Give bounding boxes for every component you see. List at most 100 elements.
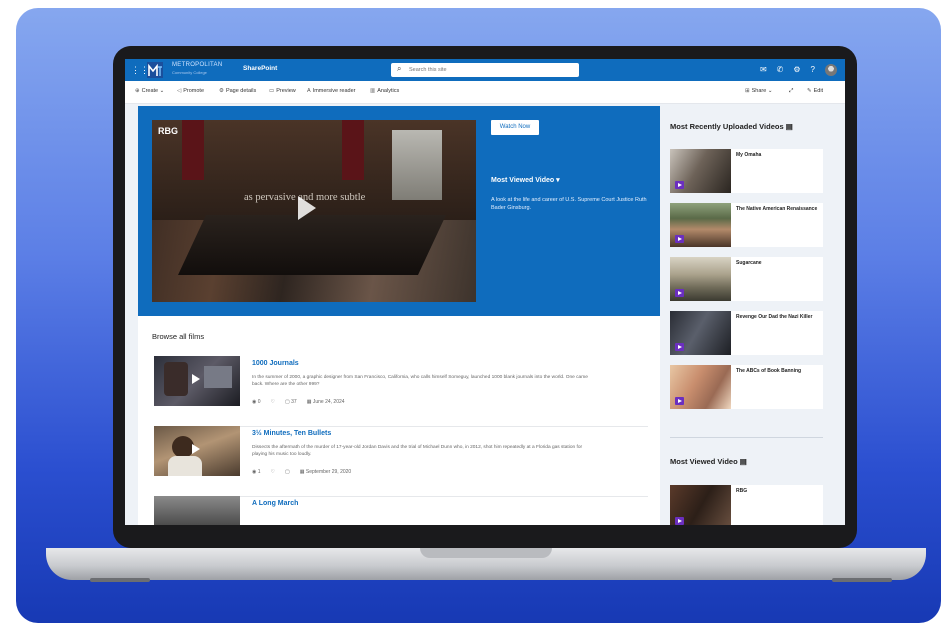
film-thumbnail[interactable] [154, 496, 240, 525]
video-title: The Native American Renaissance [736, 206, 818, 212]
avatar[interactable] [825, 64, 837, 76]
promote-label: Promote [183, 88, 205, 94]
play-badge-icon [675, 289, 684, 297]
laptop-notch [420, 548, 552, 558]
video-thumbnail [670, 149, 731, 193]
most-viewed-video-card[interactable]: RBG [670, 485, 823, 525]
create-label: Create [141, 88, 159, 94]
film-date-value: September 29, 2020 [305, 469, 352, 475]
play-badge-icon [675, 397, 684, 405]
film-title[interactable]: 1000 Journals [252, 360, 299, 367]
chat-icon[interactable]: ✉ [760, 63, 767, 77]
video-title: The ABCs of Book Banning [736, 368, 802, 374]
org-subtitle: Community College [172, 70, 207, 75]
recent-video-card[interactable]: The Native American Renaissance [670, 203, 823, 247]
play-badge-icon [675, 343, 684, 351]
pencil-icon: ✎ [807, 88, 812, 94]
play-icon[interactable] [298, 196, 316, 220]
play-badge-icon [675, 517, 684, 525]
view-count-value: 1 [257, 469, 261, 475]
play-badge-icon [675, 181, 684, 189]
view-count: ◉ 1 [252, 469, 261, 475]
like-icon[interactable]: ♡ [271, 399, 275, 405]
video-library-icon: ▤ [739, 457, 747, 466]
laptop-foot [832, 578, 892, 582]
page-details-button[interactable]: ⚙ Page details [219, 88, 256, 94]
watch-now-button[interactable]: Watch Now [491, 120, 539, 135]
recent-video-card[interactable]: Revenge Our Dad the Nazi Killer [670, 311, 823, 355]
hero-section: RBG as pervasive and more subtle Watch N… [138, 106, 660, 316]
recent-video-card[interactable]: My Omaha [670, 149, 823, 193]
featured-video[interactable]: RBG as pervasive and more subtle [152, 120, 476, 302]
help-icon[interactable]: ? [811, 63, 815, 77]
create-button[interactable]: ⊕ Create ⌄ [135, 88, 164, 94]
view-count: ◉ 0 [252, 399, 261, 405]
recent-video-card[interactable]: The ABCs of Book Banning [670, 365, 823, 409]
film-meta: ◉ 1 ♡ ▢ ▦ September 29, 2020 [252, 469, 351, 475]
gear-icon: ⚙ [219, 88, 224, 94]
page-background: ⋮⋮⋮ METROPOLITAN Community College Share… [0, 0, 941, 623]
share-button[interactable]: ⊞ Share ⌄ [745, 88, 772, 94]
film-list-item[interactable]: A Long March [154, 496, 648, 525]
laptop-screen: ⋮⋮⋮ METROPOLITAN Community College Share… [125, 59, 845, 525]
recent-videos-heading-text: Most Recently Uploaded Videos [670, 122, 784, 131]
search-input[interactable] [409, 65, 569, 75]
comment-count[interactable]: ▢ 37 [285, 399, 297, 405]
film-title[interactable]: A Long March [252, 500, 298, 507]
film-description: Dissects the aftermath of the murder of … [252, 445, 583, 457]
plus-icon: ⊕ [135, 88, 140, 94]
browse-section: Browse all films 1000 Journals In the su… [138, 316, 660, 525]
analytics-icon: ▥ [370, 88, 376, 94]
edit-button[interactable]: ✎ Edit [807, 88, 823, 94]
suite-bar: ⋮⋮⋮ METROPOLITAN Community College Share… [125, 59, 845, 81]
video-frame-window [392, 130, 442, 200]
preview-label: Preview [276, 88, 296, 94]
video-thumbnail [670, 311, 731, 355]
video-frame-curtain [182, 120, 204, 180]
promote-button[interactable]: ◁ Promote [177, 88, 204, 94]
play-icon [192, 374, 200, 384]
app-name[interactable]: SharePoint [243, 65, 277, 72]
command-bar: ⊕ Create ⌄ ◁ Promote ⚙ Page details ▭ Previe… [125, 81, 845, 104]
immersive-reader-button[interactable]: A Immersive reader [307, 88, 355, 94]
video-thumbnail [670, 203, 731, 247]
megaphone-icon[interactable]: ✆ [777, 63, 784, 77]
video-title: Revenge Our Dad the Nazi Killer [736, 314, 813, 320]
most-viewed-heading-text: Most Viewed Video [670, 457, 738, 466]
rail-divider [670, 437, 823, 438]
film-thumbnail[interactable] [154, 426, 240, 476]
like-icon[interactable]: ♡ [271, 469, 275, 475]
video-title: Sugarcane [736, 260, 762, 266]
recent-videos-heading: Most Recently Uploaded Videos ▤ [670, 122, 793, 131]
most-viewed-heading: Most Viewed Video ▤ [670, 457, 747, 466]
immersive-reader-label: Immersive reader [312, 88, 356, 94]
analytics-label: Analytics [377, 88, 400, 94]
film-list-item[interactable]: 3½ Minutes, Ten Bullets Dissects the aft… [154, 426, 648, 497]
recent-video-card[interactable]: Sugarcane [670, 257, 823, 301]
share-icon: ⊞ [745, 88, 750, 94]
settings-icon[interactable]: ⚙ [793, 63, 800, 77]
suite-icons: ✉ ✆ ⚙ ? [760, 63, 837, 77]
film-meta: ◉ 0 ♡ ▢ 37 ▦ June 24, 2024 [252, 399, 345, 405]
film-list-item[interactable]: 1000 Journals In the summer of 2000, a g… [154, 356, 648, 427]
hero-section-title-text: Most Viewed Video [491, 177, 555, 184]
video-thumbnail [670, 485, 731, 525]
comment-icon[interactable]: ▢ [285, 469, 290, 475]
preview-button[interactable]: ▭ Preview [269, 88, 296, 94]
video-title: My Omaha [736, 152, 762, 158]
expand-icon[interactable]: ⤢ [789, 88, 793, 95]
play-icon [192, 444, 200, 454]
film-thumbnail[interactable] [154, 356, 240, 406]
search-box[interactable]: ⌕ [391, 63, 579, 77]
video-thumbnail [670, 365, 731, 409]
preview-icon: ▭ [269, 88, 275, 94]
film-date: ▦ September 29, 2020 [299, 469, 352, 475]
video-icon: ▾ [556, 177, 560, 184]
share-label: Share [751, 88, 767, 94]
analytics-button[interactable]: ▥ Analytics [370, 88, 399, 94]
view-count-value: 0 [257, 399, 261, 405]
film-title[interactable]: 3½ Minutes, Ten Bullets [252, 430, 331, 437]
college-logo-icon [147, 62, 163, 78]
film-date-value: June 24, 2024 [312, 399, 345, 405]
laptop-foot [90, 578, 150, 582]
